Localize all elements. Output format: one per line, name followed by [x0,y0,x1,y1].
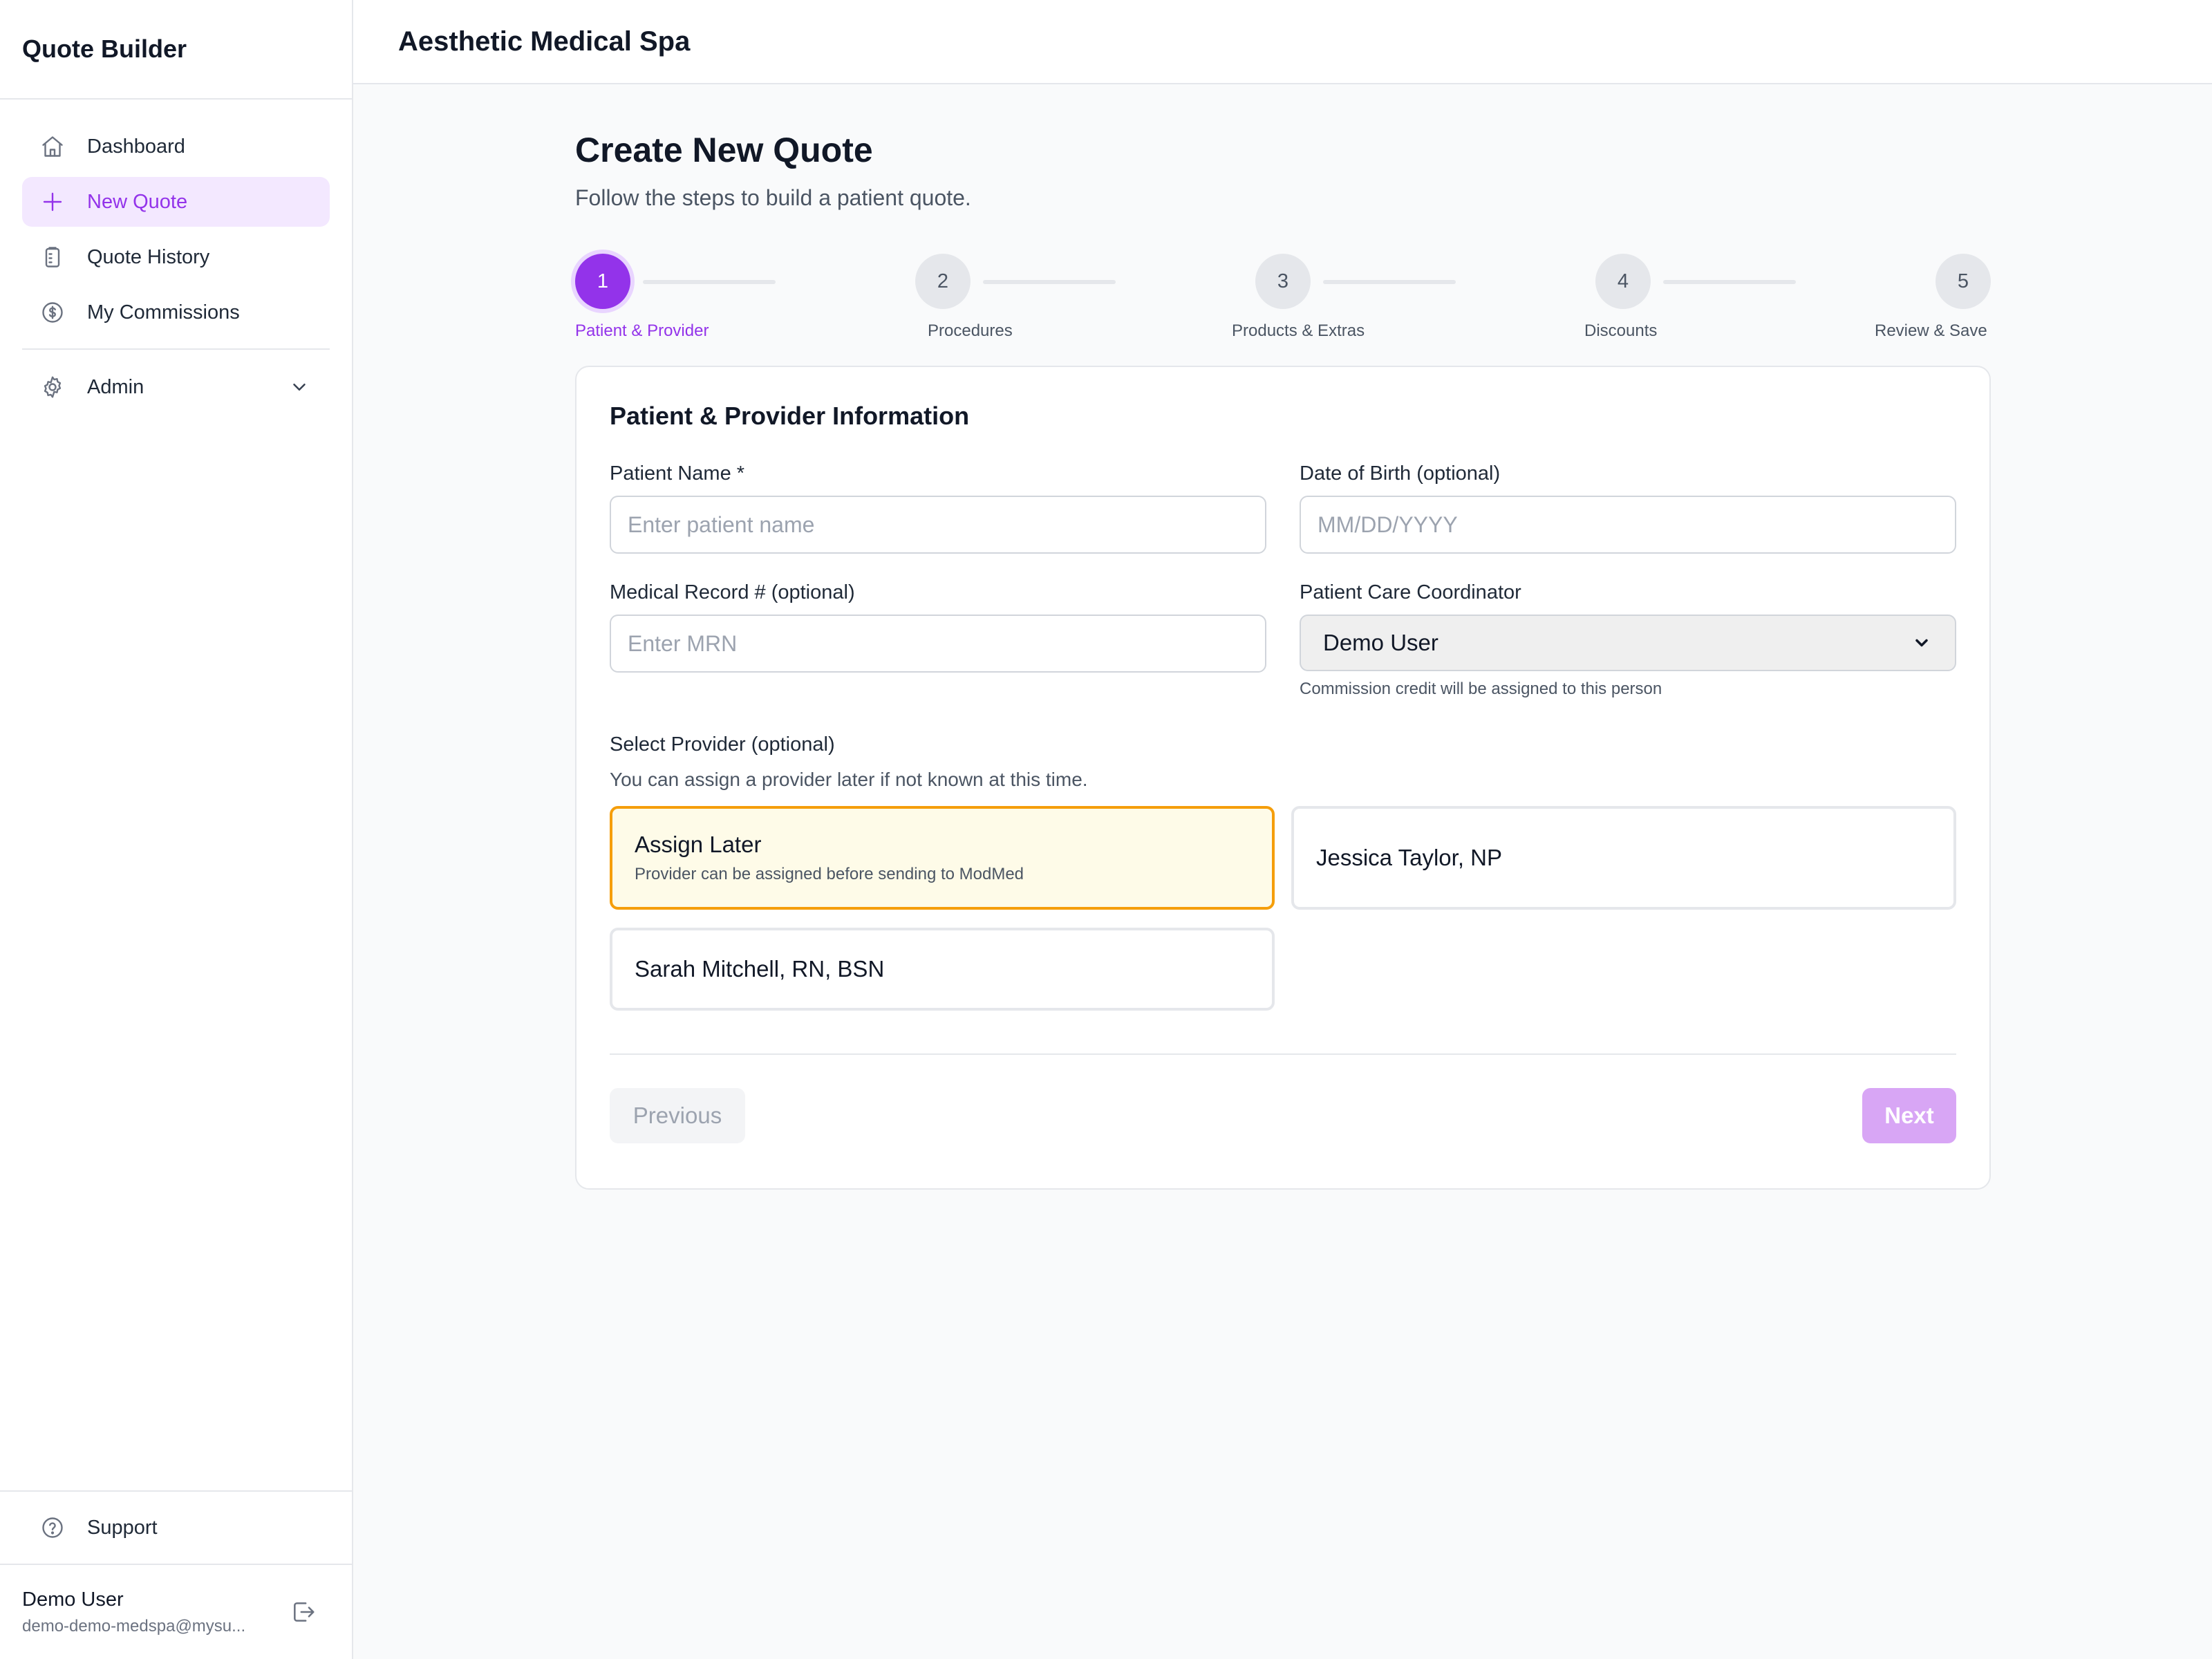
dob-input[interactable] [1300,496,1956,554]
provider-name: Sarah Mitchell, RN, BSN [635,956,885,982]
form-divider [610,1053,1956,1055]
coordinator-help-text: Commission credit will be assigned to th… [1300,679,1662,698]
dob-field: Date of Birth (optional) [1300,462,1956,554]
provider-option-jessica-taylor[interactable]: Jessica Taylor, NP [1291,806,1956,910]
step-number: 2 [915,254,971,309]
step-1[interactable]: 1 [575,254,630,309]
step-number: 1 [575,254,630,309]
sidebar-item-new-quote[interactable]: New Quote [22,177,330,227]
page-subtitle: Follow the steps to build a patient quot… [575,185,971,210]
step-number: 5 [1936,254,1991,309]
form-title: Patient & Provider Information [610,402,970,430]
provider-description: Provider can be assigned before sending … [635,865,1024,883]
field-label: Patient Name * [610,462,745,485]
dollar-circle-icon [39,299,66,326]
sidebar-nav: Dashboard New Quote Quote History My Com… [0,100,352,412]
step-label: Discounts [1584,321,1658,340]
coordinator-field: Patient Care Coordinator Demo User Commi… [1300,581,1956,699]
clipboard-icon [39,243,66,271]
user-name: Demo User [22,1588,124,1611]
page-content: Create New Quote Follow the steps to bui… [353,84,1991,1190]
main-area: Aesthetic Medical Spa Create New Quote F… [353,0,2212,1659]
step-label: Products & Extras [1232,321,1365,340]
step-number: 3 [1255,254,1311,309]
sidebar-brand: Quote Builder [0,0,352,100]
next-button[interactable]: Next [1862,1088,1956,1143]
stepper: 1 Patient & Provider 2 Procedures 3 Prod… [575,254,1991,348]
provider-label: Select Provider (optional) [610,733,835,756]
form-card: Patient & Provider Information Patient N… [575,366,1991,1190]
app-root: Quote Builder Dashboard New Quote Quote … [0,0,2212,1659]
field-label: Date of Birth (optional) [1300,462,1501,485]
coordinator-select[interactable]: Demo User [1300,615,1956,671]
mrn-field: Medical Record # (optional) [610,581,1266,699]
step-label: Procedures [928,321,1013,340]
sidebar-item-my-commissions[interactable]: My Commissions [22,288,330,337]
sidebar-item-label: Admin [87,375,144,398]
field-label: Patient Care Coordinator [1300,581,1521,603]
sidebar-item-support[interactable]: Support [22,1503,330,1553]
help-circle-icon [39,1514,66,1541]
provider-option-assign-later[interactable]: Assign Later Provider can be assigned be… [610,806,1275,910]
user-info: Demo User demo-demo-medspa@mysu... [22,1588,288,1636]
sidebar-item-label: Support [87,1516,158,1539]
field-label: Medical Record # (optional) [610,581,855,603]
step-label: Review & Save [1875,321,1987,340]
step-3[interactable]: 3 [1255,254,1311,309]
provider-name: Assign Later [635,832,762,857]
provider-option-sarah-mitchell[interactable]: Sarah Mitchell, RN, BSN [610,928,1275,1011]
step-4[interactable]: 4 [1595,254,1651,309]
chevron-down-icon [1912,632,1933,653]
step-2[interactable]: 2 [915,254,971,309]
form-actions: Previous Next [610,1088,1956,1143]
step-number: 4 [1595,254,1651,309]
step-label: Patient & Provider [575,321,709,340]
sidebar-item-admin[interactable]: Admin [22,362,330,412]
header-title: Aesthetic Medical Spa [353,0,2212,84]
mrn-input[interactable] [610,615,1266,673]
user-profile: Demo User demo-demo-medspa@mysu... [0,1564,352,1659]
select-value: Demo User [1323,630,1438,655]
sidebar-item-label: Dashboard [87,135,185,158]
form-row: Patient Name * Date of Birth (optional) [610,462,1956,554]
sidebar: Quote Builder Dashboard New Quote Quote … [0,0,353,1659]
step-connector [983,280,1116,284]
previous-button[interactable]: Previous [610,1088,745,1143]
home-icon [39,133,66,160]
sidebar-item-dashboard[interactable]: Dashboard [22,122,330,171]
provider-options: Assign Later Provider can be assigned be… [610,806,1956,1011]
form-row: Medical Record # (optional) Patient Care… [610,581,1956,699]
plus-icon [39,188,66,216]
step-5[interactable]: 5 [1936,254,1991,309]
gear-icon [39,373,66,401]
sidebar-item-label: New Quote [87,190,188,213]
patient-name-input[interactable] [610,496,1266,554]
step-connector [1323,280,1456,284]
chevron-down-icon [287,375,312,400]
logout-icon[interactable] [288,1597,319,1627]
sidebar-item-label: Quote History [87,245,210,268]
sidebar-item-quote-history[interactable]: Quote History [22,232,330,282]
sidebar-item-label: My Commissions [87,301,240,324]
page-title: Create New Quote [575,131,873,169]
provider-sublabel: You can assign a provider later if not k… [610,769,1088,790]
step-connector [1663,280,1796,284]
patient-name-field: Patient Name * [610,462,1266,554]
user-email: demo-demo-medspa@mysu... [22,1616,246,1635]
provider-name: Jessica Taylor, NP [1316,845,1502,870]
step-connector [643,280,776,284]
sidebar-divider [22,348,330,350]
sidebar-support-section: Support [0,1490,352,1564]
